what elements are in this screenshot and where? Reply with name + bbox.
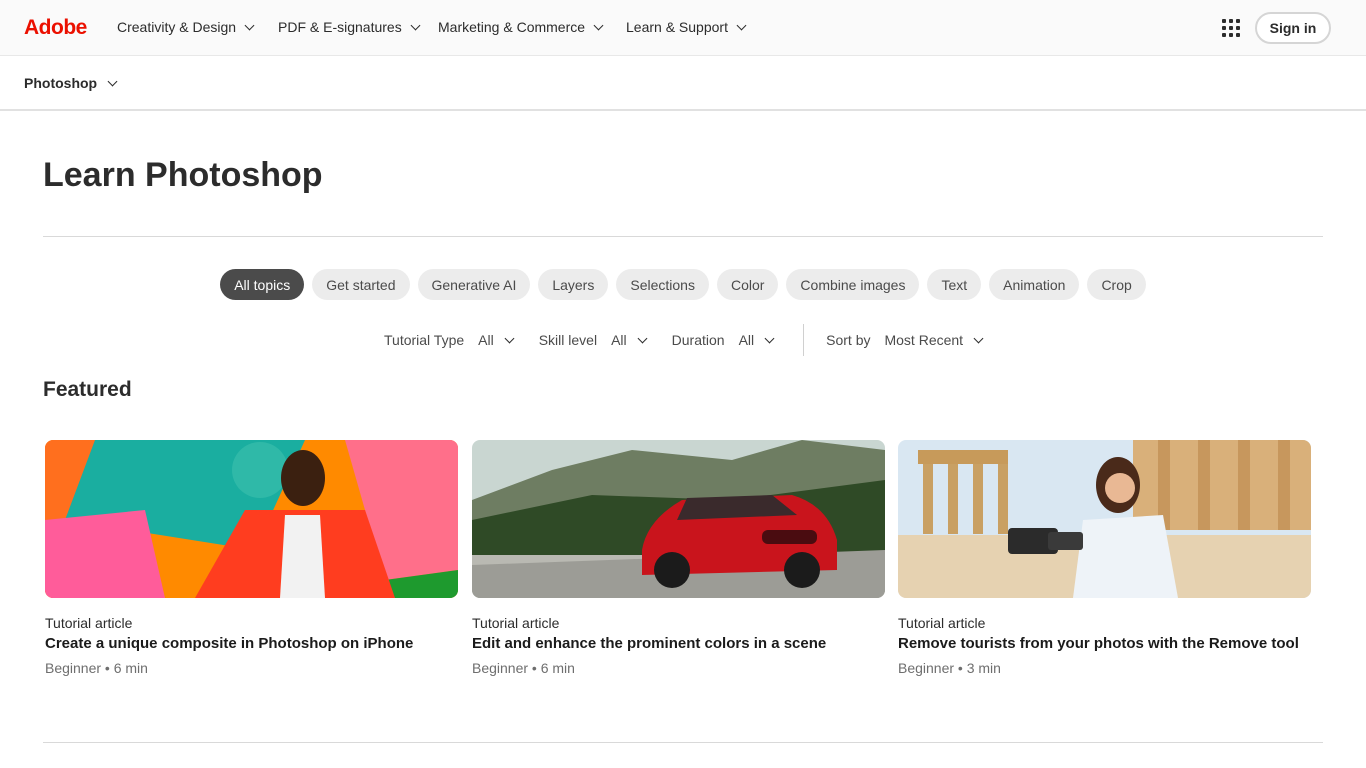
filter-label: Skill level — [538, 332, 598, 348]
chevron-down-icon — [764, 333, 775, 343]
card-meta: Beginner • 3 min — [898, 660, 1001, 676]
topic-filter-chips: All topics Get started Generative AI Lay… — [0, 269, 1366, 300]
card-title[interactable]: Remove tourists from your photos with th… — [898, 635, 1311, 652]
card-meta: Beginner • 6 min — [45, 660, 148, 676]
chevron-down-icon — [637, 333, 648, 343]
card-thumbnail — [472, 440, 885, 598]
global-nav: Adobe Creativity & Design PDF & E-signat… — [0, 0, 1366, 56]
local-nav: Photoshop — [0, 56, 1366, 111]
card-thumbnail — [45, 440, 458, 598]
filter-divider — [803, 324, 805, 356]
chip-color[interactable]: Color — [716, 269, 779, 300]
filter-value: All — [611, 332, 627, 348]
chip-layers[interactable]: Layers — [538, 269, 609, 300]
nav-label: Learn & Support — [626, 19, 728, 35]
filter-value: All — [738, 332, 755, 348]
filter-duration[interactable]: Duration All — [671, 332, 775, 348]
chip-combine-images[interactable]: Combine images — [786, 269, 920, 300]
chip-text[interactable]: Text — [927, 269, 982, 300]
adobe-logo[interactable]: Adobe — [24, 16, 87, 40]
filter-label: Duration — [671, 332, 725, 348]
card-type: Tutorial article — [45, 615, 133, 631]
chip-all-topics[interactable]: All topics — [220, 269, 305, 300]
sign-in-button[interactable]: Sign in — [1255, 12, 1331, 44]
divider — [43, 742, 1323, 743]
chip-crop[interactable]: Crop — [1087, 269, 1146, 300]
card-type: Tutorial article — [472, 615, 560, 631]
filter-bar: Tutorial Type All Skill level All Durati… — [384, 324, 1008, 356]
chevron-down-icon — [107, 76, 118, 86]
chevron-down-icon — [504, 333, 515, 343]
nav-label: Creativity & Design — [117, 19, 237, 35]
chip-selections[interactable]: Selections — [616, 269, 709, 300]
filter-tutorial-type[interactable]: Tutorial Type All — [384, 332, 515, 348]
page-title: Learn Photoshop — [43, 156, 323, 194]
app-grid-icon[interactable] — [1222, 19, 1240, 37]
product-label: Photoshop — [24, 75, 98, 91]
card-title[interactable]: Create a unique composite in Photoshop o… — [45, 635, 458, 652]
product-menu-photoshop[interactable]: Photoshop — [24, 75, 118, 91]
tutorial-card[interactable]: Tutorial article Edit and enhance the pr… — [472, 440, 885, 676]
divider — [43, 236, 1323, 237]
sort-label: Sort by — [826, 332, 871, 348]
card-thumbnail — [898, 440, 1311, 598]
sort-by-dropdown[interactable]: Sort by Most Recent — [826, 332, 984, 348]
card-meta: Beginner • 6 min — [472, 660, 575, 676]
nav-creativity-design[interactable]: Creativity & Design — [117, 19, 255, 35]
chip-animation[interactable]: Animation — [989, 269, 1080, 300]
nav-pdf-esignatures[interactable]: PDF & E-signatures — [278, 19, 421, 35]
chip-generative-ai[interactable]: Generative AI — [417, 269, 531, 300]
chevron-down-icon — [973, 333, 984, 343]
tutorial-card[interactable]: Tutorial article Create a unique composi… — [45, 440, 458, 676]
filter-value: All — [478, 332, 494, 348]
chevron-down-icon — [410, 20, 421, 30]
chevron-down-icon — [244, 20, 255, 30]
card-type: Tutorial article — [898, 615, 986, 631]
chevron-down-icon — [736, 20, 747, 30]
filter-label: Tutorial Type — [384, 332, 465, 348]
card-title[interactable]: Edit and enhance the prominent colors in… — [472, 635, 885, 652]
filter-skill-level[interactable]: Skill level All — [538, 332, 648, 348]
nav-learn-support[interactable]: Learn & Support — [626, 19, 747, 35]
chevron-down-icon — [593, 20, 604, 30]
nav-label: Marketing & Commerce — [438, 19, 586, 35]
tutorial-card[interactable]: Tutorial article Remove tourists from yo… — [898, 440, 1311, 676]
chip-get-started[interactable]: Get started — [312, 269, 410, 300]
nav-label: PDF & E-signatures — [278, 19, 402, 35]
nav-marketing-commerce[interactable]: Marketing & Commerce — [438, 19, 604, 35]
featured-heading: Featured — [43, 378, 132, 401]
sort-value: Most Recent — [884, 332, 964, 348]
